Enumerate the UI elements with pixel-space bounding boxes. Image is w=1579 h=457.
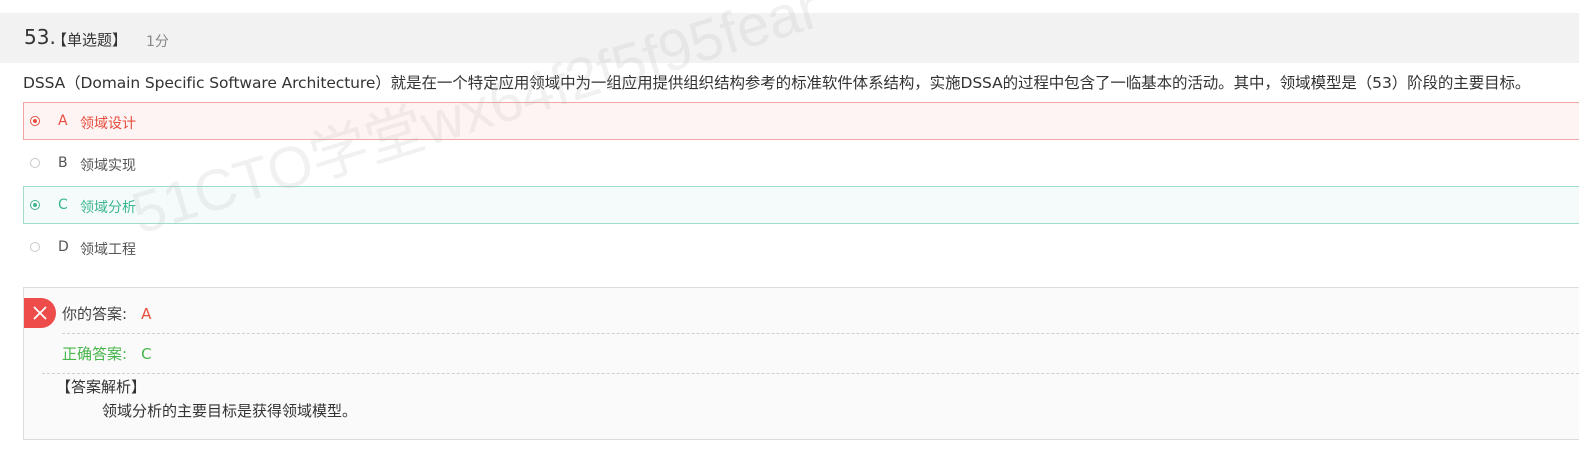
divider xyxy=(62,333,1579,334)
option-c[interactable]: C 领域分析 xyxy=(23,186,1579,224)
question-header: 53. 【单选题】 1分 xyxy=(0,13,1579,63)
option-text: 领域工程 xyxy=(80,242,136,258)
option-letter: B xyxy=(58,155,68,171)
option-text: 领域设计 xyxy=(80,116,136,132)
radio-icon[interactable] xyxy=(30,242,40,252)
option-letter: D xyxy=(58,239,69,255)
option-d[interactable]: D 领域工程 xyxy=(23,228,1579,266)
option-text: 领域实现 xyxy=(80,158,136,174)
correct-answer-value: C xyxy=(141,345,152,363)
option-letter: C xyxy=(58,197,68,213)
radio-icon[interactable] xyxy=(30,200,40,210)
your-answer-value: A xyxy=(141,305,152,323)
option-letter: A xyxy=(58,113,68,129)
option-b[interactable]: B 领域实现 xyxy=(23,144,1579,182)
your-answer-label: 你的答案: xyxy=(62,305,128,323)
your-answer-row: 你的答案: A xyxy=(62,303,151,324)
correct-answer-label: 正确答案: xyxy=(62,345,128,363)
close-icon xyxy=(24,298,56,328)
explanation-title: 【答案解析】 xyxy=(56,378,147,396)
radio-icon[interactable] xyxy=(30,116,40,126)
question-score: 1分 xyxy=(146,34,169,50)
explanation-text: 领域分析的主要目标是获得领域模型。 xyxy=(102,402,358,420)
radio-icon[interactable] xyxy=(30,158,40,168)
correct-answer-row: 正确答案: C xyxy=(62,343,152,364)
divider xyxy=(42,373,1579,374)
answer-panel: 你的答案: A 正确答案: C 【答案解析】 领域分析的主要目标是获得领域模型。 xyxy=(23,287,1579,440)
option-text: 领域分析 xyxy=(80,200,136,216)
option-a[interactable]: A 领域设计 xyxy=(23,102,1579,140)
question-type: 【单选题】 xyxy=(52,31,128,49)
question-stem: DSSA（Domain Specific Software Architectu… xyxy=(23,74,1531,92)
